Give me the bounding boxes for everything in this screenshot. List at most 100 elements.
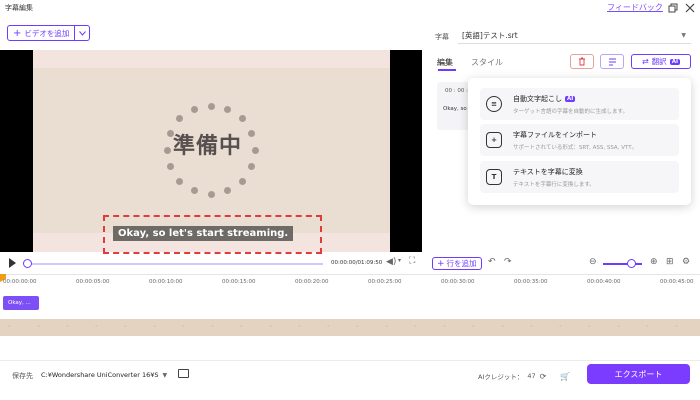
subtitle-track bbox=[0, 292, 700, 314]
clip-text: Okay, ... bbox=[8, 300, 31, 306]
video-track[interactable] bbox=[0, 319, 700, 336]
subtitle-clip[interactable]: Okay, ... bbox=[3, 296, 39, 310]
credit-value: 47 bbox=[527, 372, 536, 380]
ruler-tick-label: 00:00:05:00 bbox=[76, 279, 110, 285]
loading-dot bbox=[248, 163, 256, 171]
plus-icon: + bbox=[437, 258, 445, 269]
preview-center-text: 準備中 bbox=[173, 134, 243, 159]
loading-dot bbox=[238, 115, 246, 123]
loading-dot bbox=[238, 177, 246, 185]
loading-dot bbox=[207, 102, 215, 110]
zoom-out-icon[interactable]: ⊖ bbox=[589, 257, 597, 267]
video-frame-mark: ◦ bbox=[211, 324, 214, 330]
loading-dot bbox=[207, 190, 215, 198]
close-icon[interactable] bbox=[684, 2, 696, 14]
video-frame-mark: ◦ bbox=[472, 324, 475, 330]
subtitle-selection-box[interactable] bbox=[103, 215, 322, 254]
menu-item-desc: テキストを字幕行に変換します。 bbox=[513, 182, 595, 188]
text-convert-icon: T bbox=[486, 169, 502, 185]
chevron-down-icon bbox=[79, 30, 86, 36]
refresh-icon[interactable]: ⟳ bbox=[540, 372, 547, 381]
video-frame: 準備中 Okay, so let's start streaming. bbox=[33, 50, 390, 254]
plus-icon: + bbox=[13, 27, 22, 39]
play-icon[interactable] bbox=[9, 258, 16, 268]
menu-item-title: 字幕ファイルをインポート bbox=[513, 131, 597, 139]
add-video-button[interactable]: + ビデオを追加 bbox=[7, 25, 91, 41]
import-file-icon: + bbox=[486, 132, 502, 148]
zoom-slider[interactable] bbox=[603, 263, 642, 265]
ai-badge: AI bbox=[669, 58, 680, 65]
redo-icon[interactable]: ↷ bbox=[504, 257, 512, 267]
add-video-dropdown[interactable] bbox=[74, 26, 89, 40]
format-button[interactable] bbox=[600, 54, 624, 69]
tab-style[interactable]: スタイル bbox=[471, 57, 503, 68]
video-frame-mark: ◦ bbox=[269, 324, 272, 330]
loading-dot bbox=[163, 146, 171, 154]
video-frame-mark: ◦ bbox=[646, 324, 649, 330]
subtitle-file-select[interactable]: [英語]テスト.srt ▼ bbox=[458, 27, 691, 44]
title-bar: 字幕編集 フィードバック bbox=[0, 0, 700, 16]
chevron-down-icon[interactable]: ▾ bbox=[398, 257, 401, 264]
video-frame-mark: ◦ bbox=[66, 324, 69, 330]
settings-icon[interactable]: ⚙ bbox=[682, 257, 690, 267]
video-frame-mark: ◦ bbox=[501, 324, 504, 330]
ai-credit: AIクレジット： 47 ⟳ 🛒 bbox=[478, 371, 570, 382]
tab-edit[interactable]: 編集 bbox=[437, 57, 453, 68]
translate-icon: ⇄ bbox=[641, 57, 649, 66]
progress-bar[interactable] bbox=[26, 263, 323, 265]
window-title: 字幕編集 bbox=[5, 4, 33, 12]
video-frame-mark: ◦ bbox=[530, 324, 533, 330]
loading-dot bbox=[176, 177, 184, 185]
fullscreen-icon[interactable]: ⛶ bbox=[409, 256, 415, 266]
translate-button[interactable]: ⇄ 翻訳 AI bbox=[631, 54, 691, 69]
delete-button[interactable] bbox=[570, 54, 594, 69]
export-button[interactable]: エクスポート bbox=[587, 364, 690, 384]
subtitle-file-name: [英語]テスト.srt bbox=[462, 30, 518, 40]
ruler-tick-label: 00:00:15:00 bbox=[222, 279, 256, 285]
chevron-down-icon: ▼ bbox=[681, 31, 686, 39]
ruler-tick-label: 00:00:35:00 bbox=[514, 279, 548, 285]
video-frame-mark: ◦ bbox=[559, 324, 562, 330]
feedback-link[interactable]: フィードバック bbox=[607, 2, 663, 13]
video-frame-mark: ◦ bbox=[617, 324, 620, 330]
folder-icon[interactable] bbox=[178, 369, 189, 378]
video-frame-mark: ◦ bbox=[124, 324, 127, 330]
save-path-select[interactable]: C:¥Wondershare UniConverter 16¥S ▼ bbox=[41, 368, 169, 382]
video-frame-mark: ◦ bbox=[153, 324, 156, 330]
zoom-knob[interactable] bbox=[627, 259, 636, 268]
zoom-in-icon[interactable]: ⊕ bbox=[650, 257, 658, 267]
video-frame-mark: ◦ bbox=[298, 324, 301, 330]
cart-icon[interactable]: 🛒 bbox=[560, 372, 570, 381]
ai-badge: AI bbox=[565, 96, 576, 102]
trash-icon bbox=[579, 57, 585, 66]
active-tab-indicator bbox=[438, 69, 456, 71]
undo-icon[interactable]: ↶ bbox=[488, 257, 496, 267]
restore-icon[interactable] bbox=[667, 2, 679, 14]
menu-item-text-to-subtitle[interactable]: T テキストを字幕に変換 テキストを字幕行に変換します。 bbox=[480, 161, 679, 193]
fit-timeline-icon[interactable]: ⊞ bbox=[666, 257, 674, 267]
video-frame-mark: ◦ bbox=[182, 324, 185, 330]
save-location-label: 保存先 bbox=[12, 372, 33, 380]
add-line-button[interactable]: + 行を追加 bbox=[432, 257, 482, 270]
list-icon bbox=[608, 58, 616, 65]
loading-dot bbox=[190, 105, 198, 113]
menu-item-title: テキストを字幕に変換 bbox=[513, 168, 583, 176]
loading-dot bbox=[166, 163, 174, 171]
menu-item-title: 自動文字起こし bbox=[513, 95, 562, 103]
video-frame-mark: ◦ bbox=[356, 324, 359, 330]
add-line-label: 行を追加 bbox=[446, 259, 477, 268]
export-label: エクスポート bbox=[614, 369, 663, 379]
menu-item-import-file[interactable]: + 字幕ファイルをインポート サポートされている形式：SRT, ASS, SSA… bbox=[480, 124, 679, 156]
menu-item-desc: サポートされている形式：SRT, ASS, SSA, VTT。 bbox=[513, 145, 638, 151]
video-frame-mark: ◦ bbox=[414, 324, 417, 330]
progress-knob[interactable] bbox=[23, 259, 32, 268]
menu-item-auto-transcribe[interactable]: ≡ 自動文字起こし AI ターゲット言語の字幕を自動的に生成します。 bbox=[480, 88, 679, 120]
loading-dot bbox=[190, 187, 198, 195]
ruler-tick-label: 00:00:10:00 bbox=[149, 279, 183, 285]
volume-icon[interactable]: ◀) bbox=[386, 257, 396, 267]
credit-label: AIクレジット： bbox=[478, 373, 524, 381]
frame-top-band bbox=[33, 50, 390, 68]
save-path: C:¥Wondershare UniConverter 16¥S bbox=[41, 371, 159, 379]
loading-dot bbox=[224, 187, 232, 195]
video-frame-mark: ◦ bbox=[95, 324, 98, 330]
